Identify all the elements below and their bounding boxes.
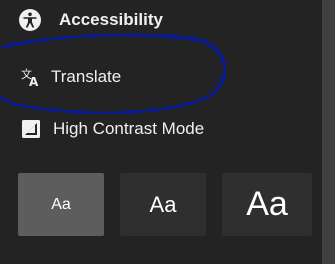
contrast-icon (22, 120, 40, 138)
translate-label: Translate (51, 67, 122, 86)
text-size-medium-button[interactable]: Aa (120, 173, 206, 236)
accessibility-title: Accessibility (59, 10, 163, 29)
window-edge (322, 0, 335, 264)
svg-text:A: A (29, 75, 39, 88)
translate-icon: 文 A (21, 67, 39, 88)
text-size-small-button[interactable]: Aa (18, 173, 104, 236)
text-size-large-button[interactable]: Aa (222, 173, 312, 236)
screenshot-stage: Accessibility 文 A Translate High Contras… (0, 0, 335, 264)
high-contrast-label: High Contrast Mode (53, 119, 205, 138)
accessibility-panel: Accessibility 文 A Translate High Contras… (0, 0, 322, 264)
accessibility-icon (19, 9, 41, 31)
